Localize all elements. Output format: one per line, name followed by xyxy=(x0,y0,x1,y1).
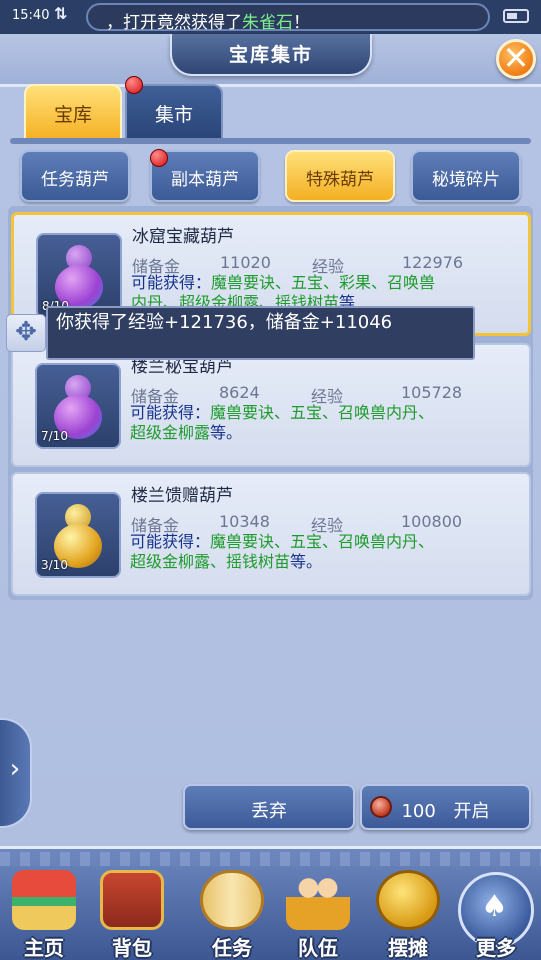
item-description: 可能获得：魔兽要诀、五宝、召唤兽内丹、 超级金柳露、摇钱树苗等。 xyxy=(130,532,435,571)
network-arrows-icon: ⇅ xyxy=(54,4,68,23)
list-item[interactable]: 7/10 楼兰秘宝葫芦 储备金 8624 经验 105728 可能获得：魔兽要诀… xyxy=(11,343,531,467)
dungeon-notification-dot xyxy=(150,149,168,167)
category-secret-fragment-button[interactable]: 秘境碎片 xyxy=(411,150,521,202)
nav-quest[interactable]: 任务 xyxy=(192,866,272,960)
nav-more-label: 更多 xyxy=(476,936,516,960)
close-button[interactable]: ✕ xyxy=(496,39,536,79)
spade-icon: ♠ xyxy=(481,889,508,924)
exp-value: 100800 xyxy=(401,512,463,531)
nav-team-label: 队伍 xyxy=(298,936,338,960)
chevron-right-icon: › xyxy=(9,754,21,784)
item-name: 楼兰馈赠葫芦 xyxy=(131,486,233,506)
market-notification-dot xyxy=(125,76,143,94)
reserve-value: 10348 xyxy=(219,512,270,531)
exp-value: 122976 xyxy=(402,253,464,272)
nav-stall-label: 摆摊 xyxy=(388,936,428,960)
reward-tooltip: 你获得了经验+121736，储备金+11046 xyxy=(46,306,475,360)
coin-icon xyxy=(376,870,440,930)
nav-stall[interactable]: 摆摊 xyxy=(368,866,448,960)
status-time: 15:40 xyxy=(12,8,50,23)
gourd-purple-icon: 7/10 xyxy=(35,363,121,449)
system-notice: ，打开竟然获得了朱雀石！ xyxy=(86,3,490,33)
reserve-value: 8624 xyxy=(219,383,260,402)
list-item[interactable]: 3/10 楼兰馈赠葫芦 储备金 10348 经验 100800 可能获得：魔兽要… xyxy=(11,472,531,596)
tab-divider xyxy=(10,138,531,144)
tab-market[interactable]: 集市 xyxy=(125,84,223,140)
item-name: 冰窟宝藏葫芦 xyxy=(132,227,234,247)
page-title: 宝库集市 xyxy=(228,44,313,66)
nav-team[interactable]: 队伍 xyxy=(278,866,358,960)
tab-treasury[interactable]: 宝库 xyxy=(24,84,122,140)
item-description: 可能获得：魔兽要诀、五宝、召唤兽内丹、 超级金柳露等。 xyxy=(130,403,435,442)
nav-home[interactable]: 主页 xyxy=(4,866,84,960)
nav-decoration xyxy=(0,852,541,866)
side-expand-button[interactable]: › xyxy=(0,718,32,828)
notice-item: 朱雀石 xyxy=(242,13,293,33)
notice-text: ，打开竟然获得了朱雀石！ xyxy=(106,13,310,33)
nav-bag[interactable]: 背包 xyxy=(92,866,172,960)
category-special-gourd-button[interactable]: 特殊葫芦 xyxy=(285,150,395,202)
open-label: 开启 xyxy=(453,801,490,822)
scroll-icon xyxy=(200,870,264,930)
title-plate: 宝库集市 xyxy=(170,34,372,76)
treasure-chest-icon xyxy=(100,870,164,930)
open-cost: 100 xyxy=(401,801,436,822)
item-count: 7/10 xyxy=(41,429,68,443)
battery-icon xyxy=(503,9,529,23)
team-icon xyxy=(286,870,350,930)
exp-value: 105728 xyxy=(401,383,463,402)
nav-home-label: 主页 xyxy=(24,936,64,960)
status-bar: 15:40 ⇅ ，打开竟然获得了朱雀石！ xyxy=(0,0,541,34)
move-handle-icon[interactable]: ✥ xyxy=(6,314,46,352)
open-button[interactable]: 100 开启 xyxy=(360,784,531,830)
house-icon xyxy=(12,870,76,930)
gourd-gold-icon: 3/10 xyxy=(35,492,121,578)
nav-bag-label: 背包 xyxy=(112,936,152,960)
nav-quest-label: 任务 xyxy=(212,936,252,960)
discard-button[interactable]: 丢弃 xyxy=(183,784,355,830)
pot-icon xyxy=(370,796,392,818)
item-count: 3/10 xyxy=(41,558,68,572)
reserve-value: 11020 xyxy=(220,253,271,272)
category-task-gourd-button[interactable]: 任务葫芦 xyxy=(20,150,130,202)
